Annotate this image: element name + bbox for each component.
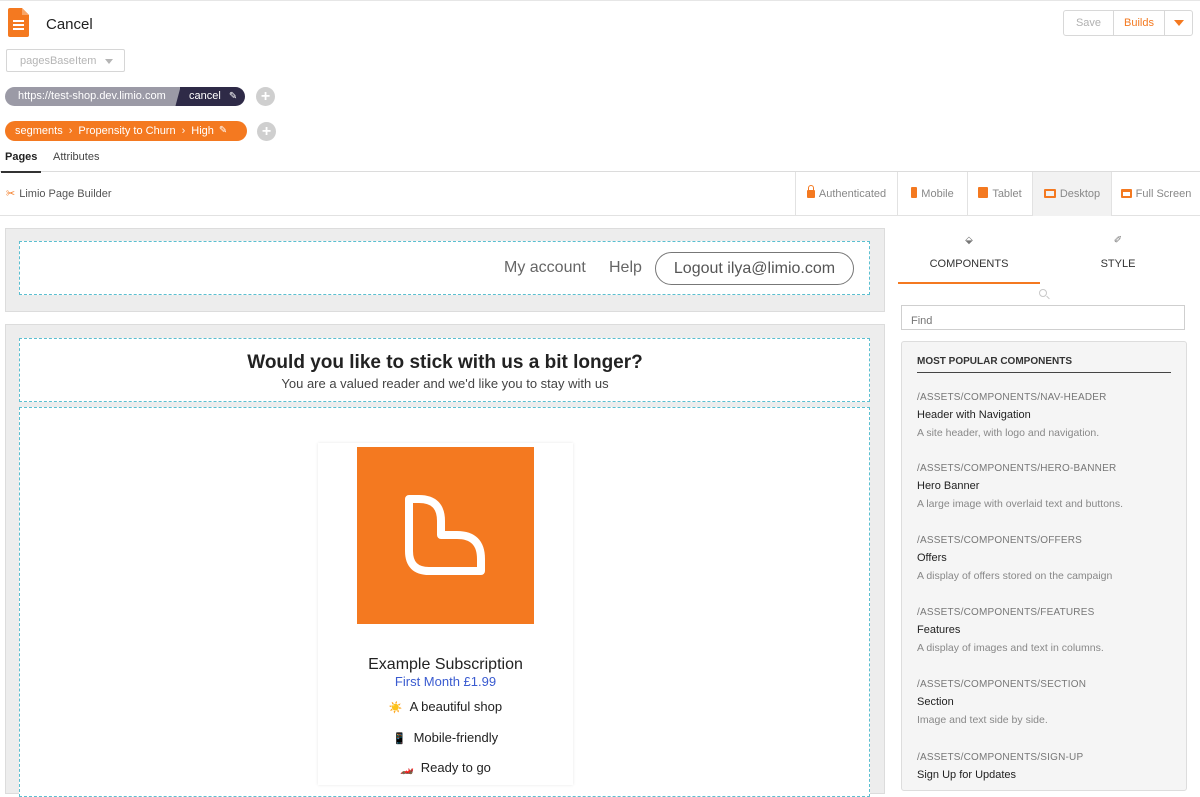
cube-icon: ⬙ <box>965 235 973 246</box>
hero-subtitle: You are a valued reader and we'd like yo… <box>281 376 609 391</box>
lock-icon <box>806 185 815 198</box>
component-path: /ASSETS/COMPONENTS/OFFERS <box>917 535 1083 546</box>
sun-icon: ☀️ <box>388 702 403 714</box>
segment-root[interactable]: segments <box>15 121 63 141</box>
component-list: MOST POPULAR COMPONENTS /ASSETS/COMPONEN… <box>901 341 1187 791</box>
pencil-icon[interactable]: ✎ <box>229 87 237 106</box>
my-account-link[interactable]: My account <box>504 259 586 277</box>
component-item[interactable]: /ASSETS/COMPONENTS/FEATURES Features A d… <box>917 607 1177 654</box>
component-item[interactable]: /ASSETS/COMPONENTS/SIGN-UP Sign Up for U… <box>917 752 1177 781</box>
component-list-heading: MOST POPULAR COMPONENTS <box>917 356 1171 373</box>
device-authenticated[interactable]: Authenticated <box>795 172 897 216</box>
segment-breadcrumb[interactable]: segments › Propensity to Churn › High ✎ <box>5 121 247 141</box>
help-link[interactable]: Help <box>609 259 642 277</box>
offer-feature: 🏎️ Ready to go <box>318 760 573 775</box>
page-title: Cancel <box>46 16 93 33</box>
chevron-right-icon: › <box>181 125 186 137</box>
find-input[interactable] <box>901 305 1185 330</box>
brush-icon: ✐ <box>1113 235 1123 246</box>
component-path: /ASSETS/COMPONENTS/FEATURES <box>917 607 1095 618</box>
chevron-down-icon <box>105 59 113 64</box>
hero-title: Would you like to stick with us a bit lo… <box>247 352 643 373</box>
offer-feature: ☀️ A beautiful shop <box>318 699 573 714</box>
offer-feature: 📱 Mobile-friendly <box>318 730 573 745</box>
component-item[interactable]: /ASSETS/COMPONENTS/HERO-BANNER Hero Bann… <box>917 463 1177 510</box>
tab-components[interactable]: ⬙ COMPONENTS <box>898 235 1040 284</box>
device-tablet[interactable]: Tablet <box>967 172 1032 216</box>
device-mobile[interactable]: Mobile <box>897 172 967 216</box>
builds-dropdown-button[interactable] <box>1164 10 1193 36</box>
offer-name: Example Subscription <box>368 656 523 673</box>
race-car-icon: 🏎️ <box>400 763 414 775</box>
main-tabs: Pages Attributes <box>0 148 1200 173</box>
component-name: Section <box>917 696 954 708</box>
device-label: Tablet <box>992 188 1022 200</box>
search-icon <box>1039 289 1047 297</box>
builds-button[interactable]: Builds <box>1113 10 1165 36</box>
component-description: A display of offers stored on the campai… <box>917 570 1113 582</box>
base-item-select[interactable]: pagesBaseItem <box>6 49 125 72</box>
url-pill[interactable]: https://test-shop.dev.limio.com <box>5 87 185 106</box>
component-name: Header with Navigation <box>917 409 1031 421</box>
feature-text: Ready to go <box>420 760 491 775</box>
component-item[interactable]: /ASSETS/COMPONENTS/OFFERS Offers A displ… <box>917 535 1177 582</box>
device-label: Authenticated <box>818 188 887 200</box>
device-label: Mobile <box>921 188 954 200</box>
component-path: /ASSETS/COMPONENTS/SIGN-UP <box>917 752 1084 763</box>
device-label: Full Screen <box>1135 188 1192 200</box>
page-pill-label: cancel <box>189 90 221 102</box>
tab-components-label: COMPONENTS <box>929 258 1009 270</box>
builder-label: ✂ Limio Page Builder <box>6 187 112 200</box>
tab-pages[interactable]: Pages <box>0 151 42 173</box>
feature-text: Mobile-friendly <box>413 730 499 745</box>
tab-attributes[interactable]: Attributes <box>53 151 99 163</box>
component-description: A site header, with logo and navigation. <box>917 427 1100 439</box>
page-pill[interactable]: cancel ✎ <box>180 87 245 106</box>
limio-logo-icon <box>405 495 485 575</box>
builder-label-text: Limio Page Builder <box>19 188 112 200</box>
device-full-screen[interactable]: Full Screen <box>1111 172 1200 216</box>
component-description: A large image with overlaid text and but… <box>917 498 1124 510</box>
tab-style-label: STYLE <box>1100 258 1136 270</box>
device-desktop[interactable]: Desktop <box>1032 172 1111 216</box>
add-path-button[interactable]: + <box>256 87 275 106</box>
add-segment-button[interactable]: + <box>257 122 276 141</box>
component-name: Sign Up for Updates <box>917 769 1017 781</box>
component-path: /ASSETS/COMPONENTS/HERO-BANNER <box>917 463 1117 474</box>
feature-text: A beautiful shop <box>409 699 503 714</box>
offer-price: First Month £1.99 <box>394 674 497 689</box>
device-label: Desktop <box>1059 188 1101 200</box>
component-path: /ASSETS/COMPONENTS/SECTION <box>917 679 1087 690</box>
tablet-icon <box>978 187 989 198</box>
wrench-icon: ✂ <box>6 188 16 200</box>
builder-toolbar: ✂ Limio Page Builder Authenticated Mobile… <box>0 172 1200 216</box>
offer-image <box>357 447 534 624</box>
component-description: A display of images and text in columns. <box>917 642 1104 654</box>
tab-style[interactable]: ✐ STYLE <box>1047 235 1189 270</box>
component-item[interactable]: /ASSETS/COMPONENTS/NAV-HEADER Header wit… <box>917 392 1177 439</box>
base-item-select-value: pagesBaseItem <box>20 55 97 67</box>
component-item[interactable]: /ASSETS/COMPONENTS/SECTION Section Image… <box>917 679 1177 726</box>
component-name: Hero Banner <box>917 480 980 492</box>
top-bar: Cancel Save Builds <box>0 0 1200 46</box>
save-button[interactable]: Save <box>1063 10 1114 36</box>
chevron-right-icon: › <box>68 125 73 137</box>
component-name: Features <box>917 624 961 636</box>
component-path: /ASSETS/COMPONENTS/NAV-HEADER <box>917 392 1107 403</box>
logout-button[interactable]: Logout ilya@limio.com <box>655 252 854 285</box>
component-name: Offers <box>917 552 947 564</box>
segment-value[interactable]: High <box>191 121 214 141</box>
component-description: Image and text side by side. <box>917 714 1048 726</box>
document-icon <box>8 8 29 37</box>
mobile-icon <box>911 187 918 198</box>
full-screen-icon <box>1120 189 1132 198</box>
desktop-icon <box>1043 189 1056 198</box>
segment-name[interactable]: Propensity to Churn <box>78 121 175 141</box>
pencil-icon[interactable]: ✎ <box>219 121 227 141</box>
mobile-phone-icon: 📱 <box>392 733 407 745</box>
